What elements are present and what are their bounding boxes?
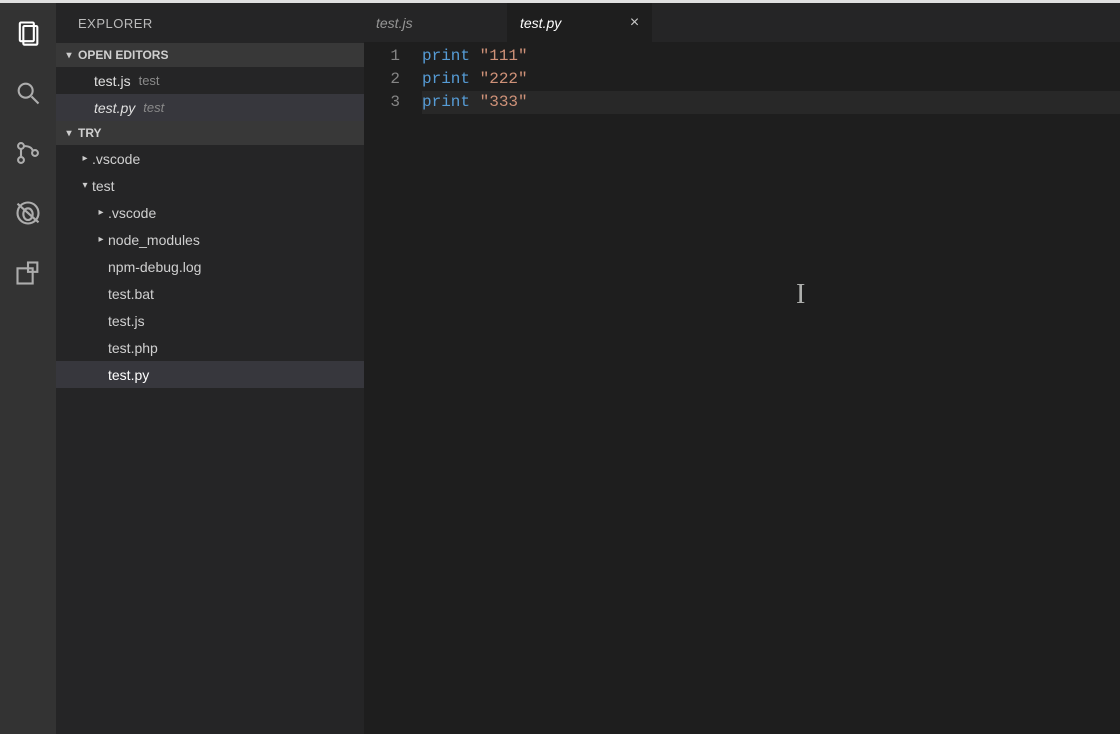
line-number: 1	[364, 45, 400, 68]
tree-label: test	[92, 178, 115, 194]
open-editor-dir: test	[139, 73, 160, 88]
tab-label: test.py	[520, 15, 622, 31]
tree-label: .vscode	[92, 151, 140, 167]
tab-label: test.js	[376, 15, 478, 31]
chevron-down-icon: ▾	[78, 180, 92, 191]
tree-label: .vscode	[108, 205, 156, 221]
code-line[interactable]: print "111"	[422, 45, 1120, 68]
chevron-down-icon: ▾	[62, 128, 76, 139]
tree-label: test.js	[108, 313, 145, 329]
tree-file[interactable]: test.js	[56, 307, 364, 334]
search-icon[interactable]	[12, 77, 44, 109]
tree-file[interactable]: test.py	[56, 361, 364, 388]
code-editor[interactable]: 1 2 3 print "111" print "222" print "333…	[364, 43, 1120, 734]
tree-folder[interactable]: ▸ node_modules	[56, 226, 364, 253]
code-lines[interactable]: print "111" print "222" print "333" I	[422, 45, 1120, 734]
open-editors-header-label: OPEN EDITORS	[78, 48, 168, 62]
code-line[interactable]: print "333"	[422, 91, 1120, 114]
tree-file[interactable]: npm-debug.log	[56, 253, 364, 280]
chevron-right-icon: ▸	[78, 153, 92, 164]
code-line[interactable]: print "222"	[422, 68, 1120, 91]
tree-label: node_modules	[108, 232, 200, 248]
tree-file[interactable]: test.bat	[56, 280, 364, 307]
open-editors-header[interactable]: ▾ OPEN EDITORS	[56, 43, 364, 67]
tree-label: npm-debug.log	[108, 259, 201, 275]
debug-icon[interactable]	[12, 197, 44, 229]
open-editor-filename: test.py	[94, 100, 135, 116]
open-editor-item[interactable]: test.js test	[56, 67, 364, 94]
line-number: 2	[364, 68, 400, 91]
open-editor-item[interactable]: test.py test	[56, 94, 364, 121]
close-icon[interactable]: ×	[622, 14, 639, 32]
sidebar-title: EXPLORER	[56, 3, 364, 43]
extensions-icon[interactable]	[12, 257, 44, 289]
sidebar: EXPLORER ▾ OPEN EDITORS test.js test tes…	[56, 3, 364, 734]
editor-area: test.js × test.py × 1 2 3 print "111" pr…	[364, 3, 1120, 734]
workspace-header-label: TRY	[78, 126, 102, 140]
chevron-right-icon: ▸	[94, 234, 108, 245]
workspace-header[interactable]: ▾ TRY	[56, 121, 364, 145]
open-editor-filename: test.js	[94, 73, 131, 89]
source-control-icon[interactable]	[12, 137, 44, 169]
tree-folder[interactable]: ▸ .vscode	[56, 145, 364, 172]
tree-label: test.bat	[108, 286, 154, 302]
gutter: 1 2 3	[364, 45, 422, 734]
open-editor-dir: test	[143, 100, 164, 115]
line-number: 3	[364, 91, 400, 114]
activity-bar	[0, 3, 56, 734]
chevron-down-icon: ▾	[62, 50, 76, 61]
tree-folder[interactable]: ▸ .vscode	[56, 199, 364, 226]
tree-file[interactable]: test.php	[56, 334, 364, 361]
chevron-right-icon: ▸	[94, 207, 108, 218]
explorer-icon[interactable]	[12, 17, 44, 49]
text-cursor-icon: I	[796, 279, 805, 311]
tree-label: test.py	[108, 367, 149, 383]
tab[interactable]: test.js ×	[364, 3, 508, 42]
tree-label: test.php	[108, 340, 158, 356]
tree-folder[interactable]: ▾ test	[56, 172, 364, 199]
tab[interactable]: test.py ×	[508, 3, 652, 42]
tab-bar: test.js × test.py ×	[364, 3, 1120, 43]
